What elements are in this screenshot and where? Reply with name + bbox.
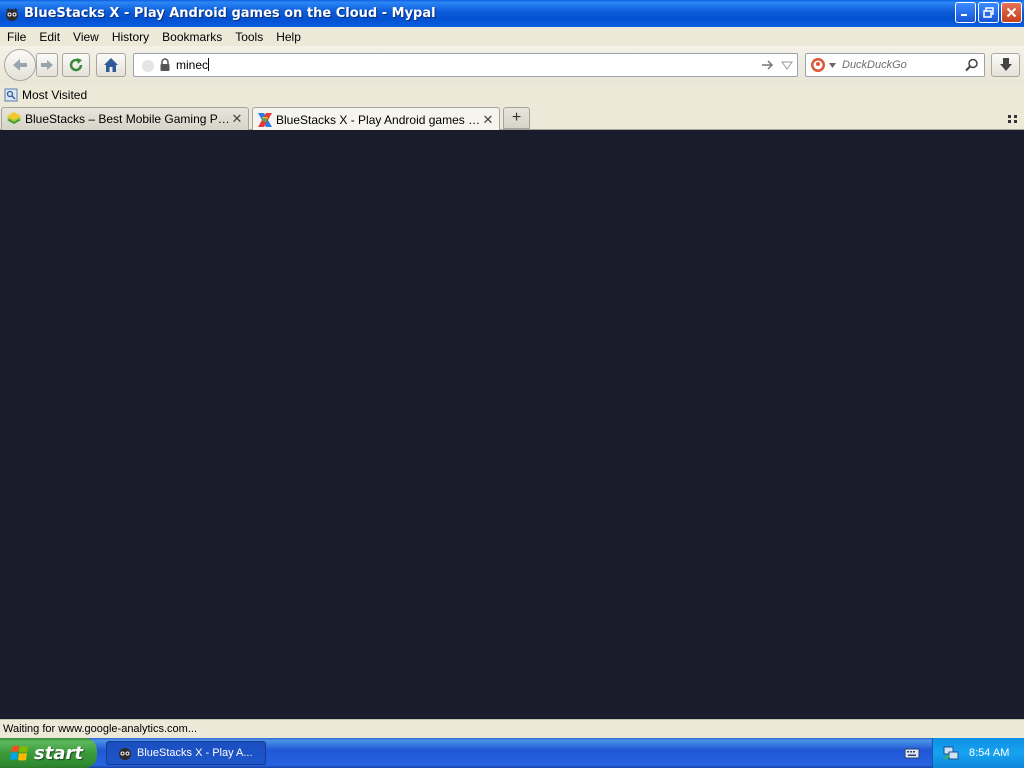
mypal-raccoon-icon (119, 748, 131, 760)
tab-bluestacks[interactable]: BlueStacks – Best Mobile Gaming Platform… (1, 107, 249, 130)
tab-strip: BlueStacks – Best Mobile Gaming Platform… (0, 105, 1024, 131)
start-button[interactable]: start (0, 738, 97, 768)
navigation-toolbar: minec DuckDuckGo (0, 46, 1024, 84)
text-caret (208, 58, 210, 71)
new-tab-button[interactable]: + (503, 107, 530, 129)
windows-logo-icon (10, 745, 28, 761)
site-identity-icon[interactable] (141, 59, 155, 73)
menu-history[interactable]: History (105, 30, 155, 44)
home-icon (104, 58, 118, 72)
taskbar-item-mypal[interactable]: BlueStacks X - Play A... (106, 741, 266, 765)
window-titlebar[interactable]: BlueStacks X - Play Android games on the… (0, 0, 1024, 27)
search-placeholder[interactable]: DuckDuckGo (842, 59, 907, 71)
url-input[interactable]: minec (176, 58, 208, 72)
search-icon[interactable] (965, 58, 979, 72)
bluestacks-icon (7, 112, 21, 124)
reload-button[interactable] (62, 53, 90, 77)
close-tab-icon[interactable]: ✕ (481, 112, 495, 128)
keyboard-icon[interactable] (904, 746, 920, 760)
bookmark-label: Most Visited (22, 87, 88, 102)
menu-bookmarks[interactable]: Bookmarks (155, 30, 228, 44)
tab-label: BlueStacks – Best Mobile Gaming Platform… (25, 112, 230, 126)
minimize-icon (961, 14, 967, 16)
chevron-down-icon[interactable] (829, 63, 836, 68)
bookmarks-toolbar: Most Visited (0, 84, 1024, 105)
tab-bluestacks-x[interactable]: BlueStacks X - Play Android games on the… (252, 107, 500, 131)
forward-arrow-icon (41, 60, 53, 70)
tab-label: BlueStacks X - Play Android games on the… (276, 112, 481, 127)
close-button[interactable] (1001, 2, 1022, 23)
mypal-raccoon-icon (4, 6, 20, 22)
back-arrow-icon (13, 59, 27, 71)
home-button[interactable] (96, 53, 126, 77)
dropdown-arrow-icon[interactable] (781, 61, 793, 70)
close-tab-icon[interactable]: ✕ (230, 111, 244, 127)
search-bar[interactable]: DuckDuckGo (805, 53, 985, 77)
restore-icon (983, 7, 994, 18)
menu-tools[interactable]: Tools (228, 30, 269, 44)
reload-icon (69, 58, 83, 72)
start-label: start (34, 742, 83, 764)
list-all-tabs-icon[interactable] (1006, 113, 1020, 125)
page-content[interactable] (0, 130, 1024, 719)
go-arrow-icon[interactable] (761, 59, 775, 71)
taskbar-item-label: BlueStacks X - Play A... (137, 747, 253, 759)
restore-button[interactable] (978, 2, 999, 23)
menu-help[interactable]: Help (269, 30, 307, 44)
menu-edit[interactable]: Edit (32, 30, 66, 44)
menu-file[interactable]: File (0, 30, 32, 44)
close-icon (1006, 7, 1017, 18)
minimize-button[interactable] (955, 2, 976, 23)
status-bar: Waiting for www.google-analytics.com... (0, 719, 1024, 738)
menu-view[interactable]: View (66, 30, 105, 44)
forward-button[interactable] (36, 53, 58, 77)
most-visited-icon (4, 88, 18, 101)
bookmark-most-visited[interactable]: Most Visited (4, 88, 87, 102)
downloads-button[interactable] (991, 53, 1020, 77)
system-tray: 8:54 AM (932, 738, 1024, 768)
taskbar: start BlueStacks X - Play A... 8:54 AM (0, 738, 1024, 768)
plus-icon: + (511, 109, 522, 126)
network-icon[interactable] (943, 745, 959, 761)
status-text: Waiting for www.google-analytics.com... (3, 723, 197, 735)
lock-icon (160, 58, 170, 71)
clock[interactable]: 8:54 AM (969, 747, 1009, 759)
duckduckgo-icon[interactable] (810, 57, 826, 73)
back-button[interactable] (4, 49, 36, 81)
url-bar[interactable]: minec (133, 53, 798, 77)
menu-bar: File Edit View History Bookmarks Tools H… (0, 27, 1024, 46)
download-arrow-icon (999, 58, 1012, 71)
bluestacks-x-icon (258, 112, 272, 127)
window-title: BlueStacks X - Play Android games on the… (24, 6, 436, 21)
